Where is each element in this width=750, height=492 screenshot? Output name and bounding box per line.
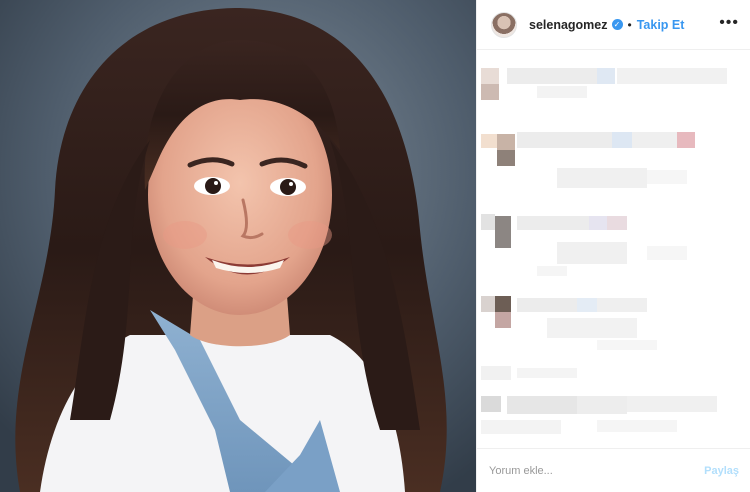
pixel-block [557, 168, 647, 188]
pixel-block [481, 84, 499, 100]
pixel-block [607, 216, 627, 230]
pixel-block [507, 68, 607, 84]
pixel-block [557, 242, 627, 264]
pixel-block [612, 132, 632, 148]
pixel-block [627, 396, 717, 412]
share-button[interactable]: Paylaş [704, 465, 739, 477]
pixel-block [497, 150, 515, 166]
post-photo [0, 0, 476, 492]
pixel-block [507, 396, 577, 414]
pixel-block [537, 86, 587, 98]
comment-input[interactable] [489, 464, 705, 477]
pixel-block [647, 246, 687, 260]
separator-dot: • [627, 17, 632, 32]
pixel-block [677, 132, 695, 148]
verified-badge-icon: ✓ [611, 19, 623, 30]
comment-bar: Paylaş [477, 448, 750, 492]
username-link[interactable]: selenagomez [529, 18, 608, 32]
pixel-block [597, 420, 677, 432]
pixel-block [547, 318, 637, 338]
pixel-block [632, 132, 677, 148]
pixel-block [617, 68, 727, 84]
pixel-block [481, 396, 501, 412]
pixel-block [589, 216, 609, 230]
follow-button[interactable]: Takip Et [637, 18, 685, 32]
pixel-block [495, 312, 511, 328]
pixel-block [497, 134, 515, 150]
pixel-block [481, 68, 499, 84]
pixel-block [495, 216, 511, 248]
pixel-block [517, 368, 577, 378]
pixel-block [647, 170, 687, 184]
pixel-block [481, 366, 511, 380]
post-header: selenagomez ✓ • Takip Et ••• [477, 0, 750, 50]
more-options-icon[interactable]: ••• [719, 15, 739, 31]
pixel-block [495, 296, 511, 312]
pixel-block [597, 68, 615, 84]
pixel-block [517, 132, 617, 148]
pixel-block [577, 396, 627, 414]
post-sidebar: selenagomez ✓ • Takip Et ••• Paylaş [476, 0, 750, 492]
pixel-block [481, 296, 495, 312]
pixelated-comments [477, 50, 750, 448]
pixel-block [537, 266, 567, 276]
pixel-block [597, 340, 657, 350]
avatar[interactable] [491, 11, 517, 38]
portrait-photo [0, 0, 476, 492]
pixel-block [517, 298, 577, 312]
pixel-block [481, 214, 495, 230]
pixel-block [517, 216, 597, 230]
pixel-block [597, 298, 647, 312]
pixel-block [481, 420, 561, 434]
pixel-block [577, 298, 597, 312]
